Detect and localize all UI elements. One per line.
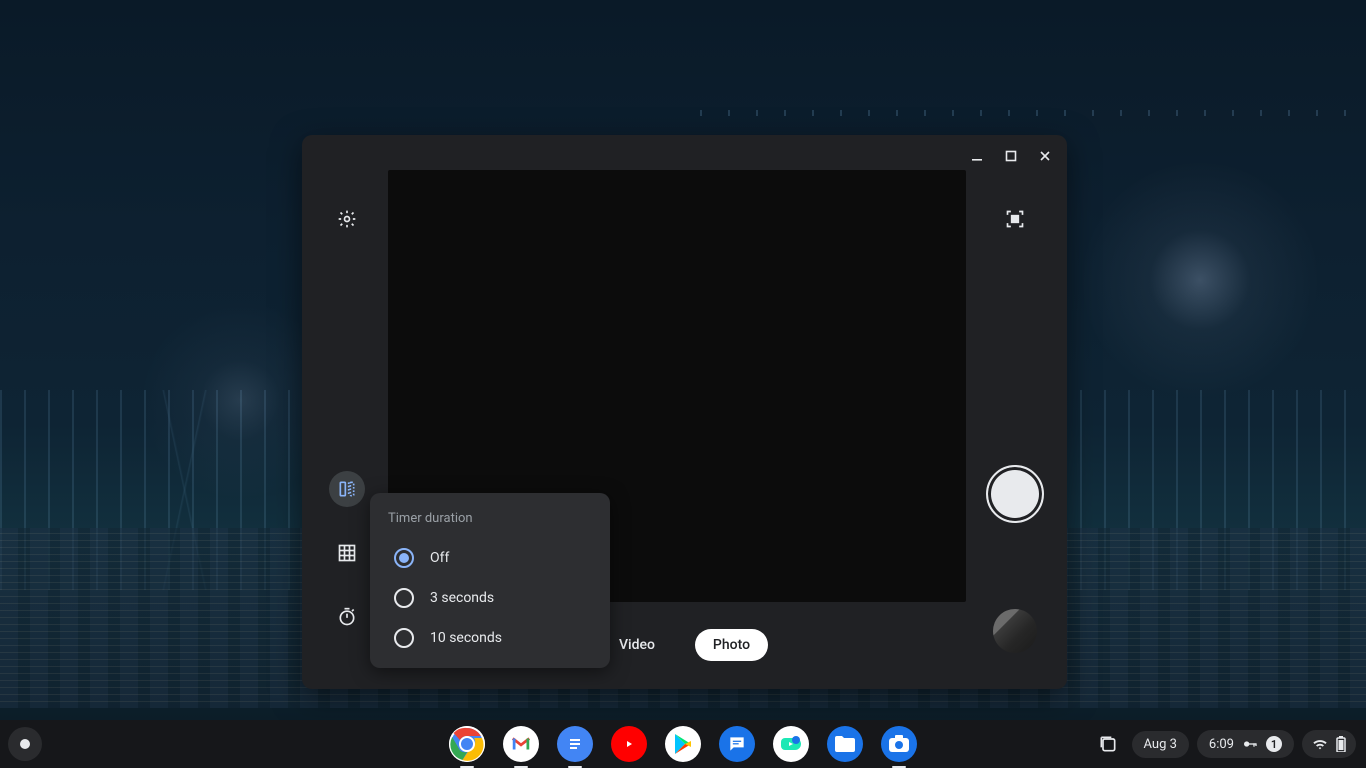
grid-icon [337,543,357,563]
mirror-icon [337,479,357,499]
vpn-key-icon [1242,736,1258,752]
wifi-icon [1312,736,1328,752]
launcher-button[interactable] [8,727,42,761]
timer-option-10s[interactable]: 10 seconds [386,618,594,658]
shelf-app-messages[interactable] [719,726,755,762]
timer-option-label: Off [430,550,449,566]
files-icon [834,735,856,753]
radio-icon [394,588,414,608]
shutter-button[interactable] [986,465,1044,523]
shelf-app-gmail[interactable] [503,726,539,762]
mode-video[interactable]: Video [601,629,673,661]
radio-icon [394,628,414,648]
camera-app-window: Video Photo Timer duration Off 3 seconds… [302,135,1067,689]
timer-option-off[interactable]: Off [386,538,594,578]
messages-icon [727,734,747,754]
camera-left-rail [324,135,370,689]
status-time: 6:09 [1209,737,1234,752]
status-area: Aug 3 6:09 1 [1092,728,1366,760]
timer-popup-title: Timer duration [388,511,594,526]
settings-button[interactable] [329,201,365,237]
gmail-icon [510,733,532,755]
notification-badge: 1 [1266,736,1282,752]
launcher-icon [20,739,30,749]
shelf-app-chrome[interactable] [449,726,485,762]
battery-icon [1336,736,1346,752]
shelf-app-play-store[interactable] [665,726,701,762]
camera-right-rail [985,135,1045,689]
shelf-app-duo[interactable] [773,726,809,762]
timer-option-label: 10 seconds [430,630,502,646]
docs-icon [566,733,584,755]
play-store-icon [673,733,693,755]
timer-option-label: 3 seconds [430,590,494,606]
quick-settings-pill[interactable]: 6:09 1 [1197,730,1294,758]
radio-icon [394,548,414,568]
holding-space-button[interactable] [1092,728,1124,760]
shelf-apps [449,726,917,762]
duo-icon [779,732,803,756]
date-pill[interactable]: Aug 3 [1132,731,1189,758]
gear-icon [337,209,357,229]
shelf: Aug 3 6:09 1 [0,720,1366,768]
mode-photo[interactable]: Photo [695,629,768,661]
status-date: Aug 3 [1144,737,1177,752]
timer-duration-popup: Timer duration Off 3 seconds 10 seconds [370,493,610,668]
shelf-app-camera[interactable] [881,726,917,762]
youtube-icon [619,737,639,751]
holding-space-icon [1098,734,1118,754]
shelf-app-youtube[interactable] [611,726,647,762]
network-battery-pill[interactable] [1302,730,1356,758]
shelf-app-docs[interactable] [557,726,593,762]
mirror-toggle-button[interactable] [329,471,365,507]
qr-scan-button[interactable] [997,201,1033,237]
shelf-app-files[interactable] [827,726,863,762]
camera-icon [888,735,910,753]
qr-scan-icon [1005,209,1025,229]
timer-option-3s[interactable]: 3 seconds [386,578,594,618]
timer-icon [337,607,357,627]
chrome-icon [449,726,485,762]
grid-toggle-button[interactable] [329,535,365,571]
